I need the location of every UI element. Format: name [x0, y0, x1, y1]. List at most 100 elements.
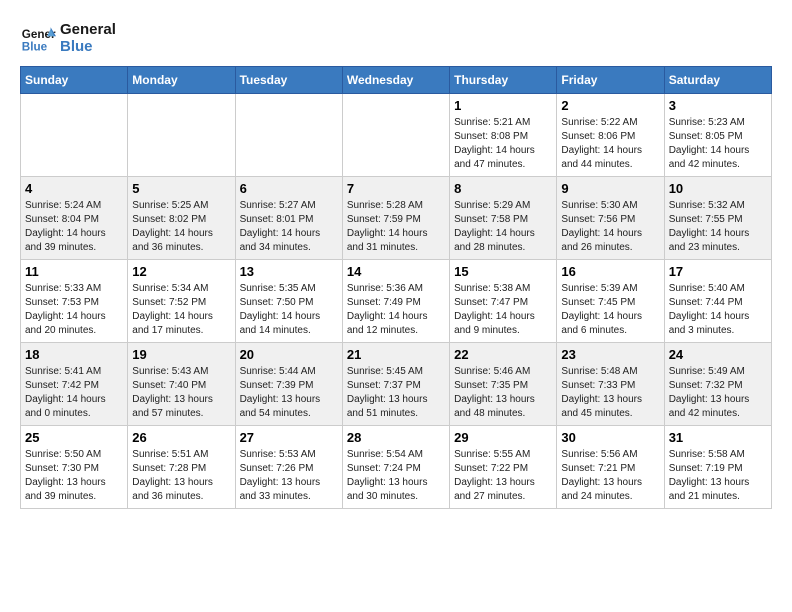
day-number: 22 [454, 347, 552, 362]
calendar-cell: 25Sunrise: 5:50 AM Sunset: 7:30 PM Dayli… [21, 426, 128, 509]
calendar-cell: 23 Sunrise: 5:48 AM Sunset: 7:33 PM Dayli… [557, 343, 664, 426]
day-info: Sunrise: 5:44 AM Sunset: 7:39 PM Dayligh… [240, 365, 338, 421]
day-number: 17 [669, 264, 767, 279]
logo-icon: General Blue [20, 20, 56, 56]
day-number: 28 [347, 430, 445, 445]
calendar-cell: 7 Sunrise: 5:28 AM Sunset: 7:59 PM Daylig… [342, 177, 449, 260]
day-info: Sunrise: 5:32 AM Sunset: 7:55 PM Dayligh… [669, 199, 767, 255]
week-row-3: 11 Sunrise: 5:33 AM Sunset: 7:53 PM Dayli… [21, 260, 772, 343]
calendar-cell: 16Sunrise: 5:39 AM Sunset: 7:45 PM Dayli… [557, 260, 664, 343]
day-number: 21 [347, 347, 445, 362]
day-number: 12 [132, 264, 230, 279]
calendar-cell: 12 Sunrise: 5:34 AM Sunset: 7:52 PM Dayli… [128, 260, 235, 343]
day-info: Sunrise: 5:27 AM Sunset: 8:01 PM Dayligh… [240, 199, 338, 255]
calendar-cell: 10 Sunrise: 5:32 AM Sunset: 7:55 PM Dayli… [664, 177, 771, 260]
day-number: 24 [669, 347, 767, 362]
day-number: 14 [347, 264, 445, 279]
day-number: 30 [561, 430, 659, 445]
week-row-2: 4 Sunrise: 5:24 AM Sunset: 8:04 PM Daylig… [21, 177, 772, 260]
day-info: Sunrise: 5:34 AM Sunset: 7:52 PM Dayligh… [132, 282, 230, 338]
day-number: 5 [132, 181, 230, 196]
day-number: 9 [561, 181, 659, 196]
day-info: Sunrise: 5:40 AM Sunset: 7:44 PM Dayligh… [669, 282, 767, 338]
day-info: Sunrise: 5:36 AM Sunset: 7:49 PM Dayligh… [347, 282, 445, 338]
week-row-4: 18Sunrise: 5:41 AM Sunset: 7:42 PM Dayli… [21, 343, 772, 426]
day-number: 4 [25, 181, 123, 196]
day-number: 3 [669, 98, 767, 113]
calendar-cell: 20 Sunrise: 5:44 AM Sunset: 7:39 PM Dayli… [235, 343, 342, 426]
day-number: 2 [561, 98, 659, 113]
calendar-cell: 13 Sunrise: 5:35 AM Sunset: 7:50 PM Dayli… [235, 260, 342, 343]
calendar-cell: 29 Sunrise: 5:55 AM Sunset: 7:22 PM Dayli… [450, 426, 557, 509]
day-info: Sunrise: 5:35 AM Sunset: 7:50 PM Dayligh… [240, 282, 338, 338]
calendar-cell: 21Sunrise: 5:45 AM Sunset: 7:37 PM Dayli… [342, 343, 449, 426]
day-number: 13 [240, 264, 338, 279]
day-number: 20 [240, 347, 338, 362]
day-info: Sunrise: 5:33 AM Sunset: 7:53 PM Dayligh… [25, 282, 123, 338]
svg-text:Blue: Blue [22, 41, 48, 54]
day-number: 29 [454, 430, 552, 445]
day-info: Sunrise: 5:41 AM Sunset: 7:42 PM Dayligh… [25, 365, 123, 421]
day-number: 31 [669, 430, 767, 445]
weekday-header-saturday: Saturday [664, 67, 771, 94]
calendar-cell: 24 Sunrise: 5:49 AM Sunset: 7:32 PM Dayli… [664, 343, 771, 426]
calendar-cell: 18Sunrise: 5:41 AM Sunset: 7:42 PM Dayli… [21, 343, 128, 426]
day-number: 7 [347, 181, 445, 196]
day-number: 27 [240, 430, 338, 445]
logo-blue: Blue [60, 38, 116, 55]
day-number: 15 [454, 264, 552, 279]
calendar-cell: 8Sunrise: 5:29 AM Sunset: 7:58 PM Daylig… [450, 177, 557, 260]
day-info: Sunrise: 5:49 AM Sunset: 7:32 PM Dayligh… [669, 365, 767, 421]
calendar-cell [21, 94, 128, 177]
weekday-header-tuesday: Tuesday [235, 67, 342, 94]
day-info: Sunrise: 5:48 AM Sunset: 7:33 PM Dayligh… [561, 365, 659, 421]
day-info: Sunrise: 5:22 AM Sunset: 8:06 PM Dayligh… [561, 116, 659, 172]
day-info: Sunrise: 5:43 AM Sunset: 7:40 PM Dayligh… [132, 365, 230, 421]
day-info: Sunrise: 5:58 AM Sunset: 7:19 PM Dayligh… [669, 448, 767, 504]
calendar-cell [342, 94, 449, 177]
weekday-header-friday: Friday [557, 67, 664, 94]
day-info: Sunrise: 5:24 AM Sunset: 8:04 PM Dayligh… [25, 199, 123, 255]
logo: General Blue General Blue [20, 20, 116, 56]
calendar-cell: 27Sunrise: 5:53 AM Sunset: 7:26 PM Dayli… [235, 426, 342, 509]
calendar-cell: 26 Sunrise: 5:51 AM Sunset: 7:28 PM Dayli… [128, 426, 235, 509]
weekday-header-sunday: Sunday [21, 67, 128, 94]
calendar-cell: 9 Sunrise: 5:30 AM Sunset: 7:56 PM Daylig… [557, 177, 664, 260]
calendar-cell: 1 Sunrise: 5:21 AM Sunset: 8:08 PM Daylig… [450, 94, 557, 177]
day-info: Sunrise: 5:23 AM Sunset: 8:05 PM Dayligh… [669, 116, 767, 172]
day-number: 26 [132, 430, 230, 445]
calendar-cell: 15 Sunrise: 5:38 AM Sunset: 7:47 PM Dayli… [450, 260, 557, 343]
day-info: Sunrise: 5:51 AM Sunset: 7:28 PM Dayligh… [132, 448, 230, 504]
calendar-cell: 31 Sunrise: 5:58 AM Sunset: 7:19 PM Dayli… [664, 426, 771, 509]
day-info: Sunrise: 5:38 AM Sunset: 7:47 PM Dayligh… [454, 282, 552, 338]
day-number: 19 [132, 347, 230, 362]
day-number: 11 [25, 264, 123, 279]
calendar-cell: 17 Sunrise: 5:40 AM Sunset: 7:44 PM Dayli… [664, 260, 771, 343]
week-row-1: 1 Sunrise: 5:21 AM Sunset: 8:08 PM Daylig… [21, 94, 772, 177]
calendar-cell: 28 Sunrise: 5:54 AM Sunset: 7:24 PM Dayli… [342, 426, 449, 509]
day-number: 16 [561, 264, 659, 279]
day-number: 1 [454, 98, 552, 113]
day-info: Sunrise: 5:55 AM Sunset: 7:22 PM Dayligh… [454, 448, 552, 504]
calendar-cell: 5 Sunrise: 5:25 AM Sunset: 8:02 PM Daylig… [128, 177, 235, 260]
calendar-cell [235, 94, 342, 177]
calendar-cell [128, 94, 235, 177]
day-info: Sunrise: 5:46 AM Sunset: 7:35 PM Dayligh… [454, 365, 552, 421]
logo-text: General [60, 21, 116, 38]
calendar-table: SundayMondayTuesdayWednesdayThursdayFrid… [20, 66, 772, 509]
day-info: Sunrise: 5:21 AM Sunset: 8:08 PM Dayligh… [454, 116, 552, 172]
calendar-cell: 11 Sunrise: 5:33 AM Sunset: 7:53 PM Dayli… [21, 260, 128, 343]
page-header: General Blue General Blue [20, 20, 772, 56]
day-info: Sunrise: 5:56 AM Sunset: 7:21 PM Dayligh… [561, 448, 659, 504]
day-info: Sunrise: 5:50 AM Sunset: 7:30 PM Dayligh… [25, 448, 123, 504]
day-number: 10 [669, 181, 767, 196]
day-info: Sunrise: 5:54 AM Sunset: 7:24 PM Dayligh… [347, 448, 445, 504]
calendar-cell: 4 Sunrise: 5:24 AM Sunset: 8:04 PM Daylig… [21, 177, 128, 260]
day-info: Sunrise: 5:25 AM Sunset: 8:02 PM Dayligh… [132, 199, 230, 255]
day-info: Sunrise: 5:28 AM Sunset: 7:59 PM Dayligh… [347, 199, 445, 255]
day-info: Sunrise: 5:30 AM Sunset: 7:56 PM Dayligh… [561, 199, 659, 255]
calendar-cell: 6 Sunrise: 5:27 AM Sunset: 8:01 PM Daylig… [235, 177, 342, 260]
day-number: 6 [240, 181, 338, 196]
calendar-cell: 14 Sunrise: 5:36 AM Sunset: 7:49 PM Dayli… [342, 260, 449, 343]
day-number: 23 [561, 347, 659, 362]
